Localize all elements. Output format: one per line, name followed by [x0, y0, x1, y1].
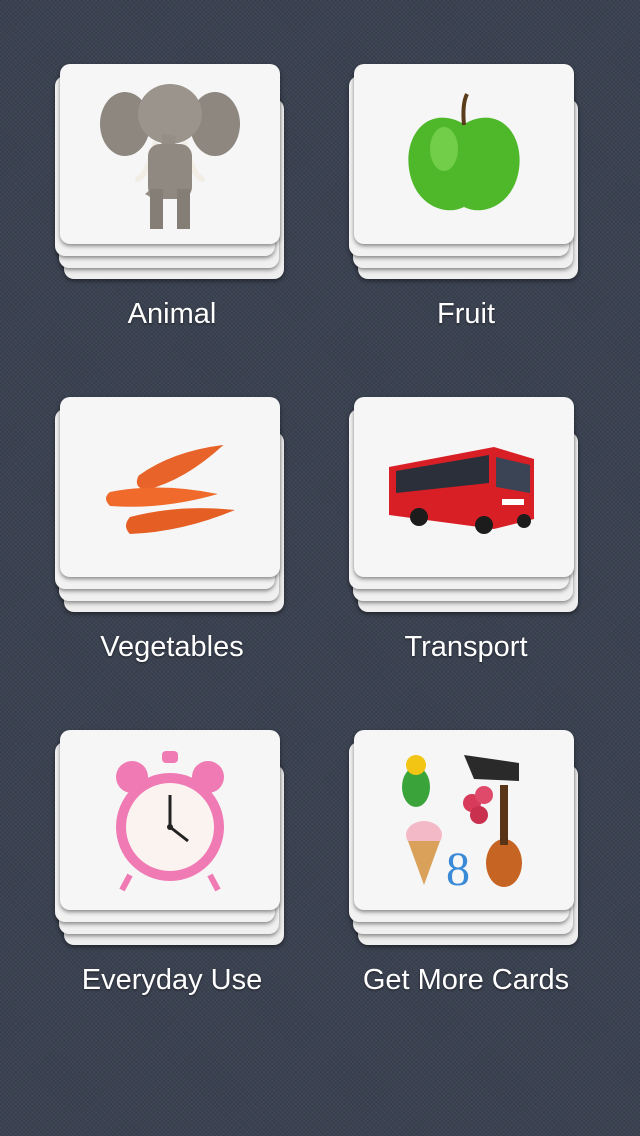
mixed-items-icon: 8: [354, 730, 574, 910]
category-tile-transport[interactable]: Transport: [346, 397, 586, 687]
card-stack: [346, 64, 586, 284]
category-tile-get-more-cards[interactable]: 8 Get More Cards: [346, 730, 586, 1020]
card-stack: [346, 397, 586, 617]
card-stack: [52, 730, 292, 950]
category-label: Get More Cards: [362, 964, 570, 996]
card-stack: [52, 397, 292, 617]
svg-text:8: 8: [446, 843, 470, 895]
red-bus-icon: [354, 397, 574, 577]
category-label: Animal: [127, 298, 217, 330]
card-stack: 8: [346, 730, 586, 950]
alarm-clock-icon: [60, 730, 280, 910]
green-apple-icon: [354, 64, 574, 244]
card-stack: [52, 64, 292, 284]
elephant-icon: [60, 64, 280, 244]
category-tile-animal[interactable]: Animal: [52, 64, 292, 354]
category-label: Fruit: [437, 298, 495, 330]
category-label: Transport: [404, 631, 528, 663]
category-label: Everyday Use: [81, 964, 263, 996]
category-tile-everyday-use[interactable]: Everyday Use: [52, 730, 292, 1020]
category-tile-fruit[interactable]: Fruit: [346, 64, 586, 354]
category-label: Vegetables: [100, 631, 244, 663]
category-tile-vegetables[interactable]: Vegetables: [52, 397, 292, 687]
carrots-icon: [60, 397, 280, 577]
